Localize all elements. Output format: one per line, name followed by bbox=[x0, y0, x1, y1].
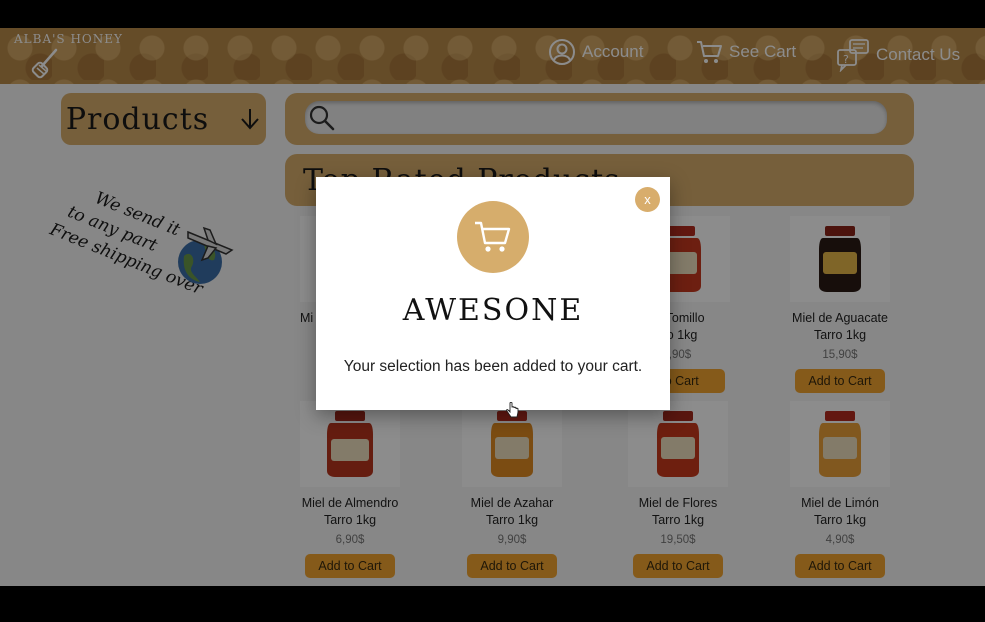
modal-close-button[interactable]: x bbox=[635, 187, 660, 212]
app-viewport: ALBA'S HONEY Account See Cart ? Contact … bbox=[0, 28, 985, 586]
modal-message: Your selection has been added to your ca… bbox=[343, 358, 643, 375]
added-to-cart-modal: x AWESONE Your selection has been added … bbox=[316, 177, 670, 410]
modal-cart-badge bbox=[457, 201, 529, 273]
cart-icon bbox=[475, 221, 511, 252]
letterbox-bottom bbox=[0, 586, 985, 622]
pointer-cursor-icon bbox=[506, 402, 519, 418]
modal-title: AWESONE bbox=[402, 293, 584, 328]
letterbox-top bbox=[0, 0, 985, 28]
